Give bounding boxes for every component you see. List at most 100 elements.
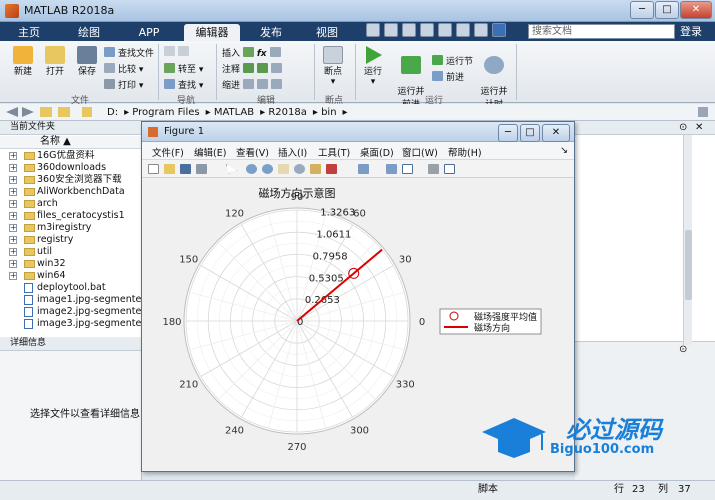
find-files-button[interactable]: 查找文件 xyxy=(104,46,154,59)
help-icon[interactable] xyxy=(492,23,506,37)
new-button[interactable]: 新建 xyxy=(8,46,38,77)
expand-icon[interactable]: + xyxy=(9,200,17,208)
open-button[interactable]: 打开 xyxy=(40,46,70,77)
menu-window[interactable]: 窗口(W) xyxy=(402,145,438,159)
maximize-button[interactable]: □ xyxy=(655,1,679,19)
menu-view[interactable]: 查看(V) xyxy=(236,145,269,159)
menu-tools[interactable]: 工具(T) xyxy=(318,145,350,159)
pane-menu-icon[interactable]: ⊙ xyxy=(679,344,687,355)
list-item[interactable]: + registry xyxy=(0,234,142,246)
copy-icon[interactable] xyxy=(402,23,416,37)
expand-icon[interactable]: + xyxy=(9,272,17,280)
list-item[interactable]: deploytool.bat xyxy=(0,282,142,294)
open-icon[interactable] xyxy=(164,164,175,174)
save-button[interactable]: 保存 xyxy=(72,46,102,77)
list-item[interactable]: +16G优盘资料 xyxy=(0,150,142,162)
menu-insert[interactable]: 插入(I) xyxy=(278,145,307,159)
hide-plot-tools-icon[interactable] xyxy=(428,164,439,174)
scrollbar-thumb[interactable] xyxy=(685,230,692,300)
up-folder-icon[interactable] xyxy=(40,107,52,117)
search-documentation-input[interactable]: 搜索文档 xyxy=(528,24,675,39)
figure-close-button[interactable]: ✕ xyxy=(542,124,570,142)
paste-icon[interactable] xyxy=(420,23,434,37)
run-section-button[interactable]: 运行节 xyxy=(432,54,473,67)
nav-icons[interactable] xyxy=(164,46,192,58)
print-button[interactable]: 打印 ▾ xyxy=(104,78,143,91)
undo-icon[interactable] xyxy=(438,23,452,37)
redo-icon[interactable] xyxy=(456,23,470,37)
tab-view[interactable]: 视图 xyxy=(302,24,352,41)
cut-icon[interactable] xyxy=(384,23,398,37)
login-link[interactable]: 登录 xyxy=(680,23,702,40)
breadcrumb-item[interactable]: MATLAB xyxy=(214,107,254,118)
expand-icon[interactable]: + xyxy=(9,248,17,256)
link-plot-icon[interactable] xyxy=(358,164,369,174)
menu-desktop[interactable]: 桌面(D) xyxy=(360,145,394,159)
indent-button[interactable]: 缩进 xyxy=(222,78,285,91)
breadcrumb-item[interactable]: D: xyxy=(107,107,118,118)
list-item[interactable]: + m3iregistry xyxy=(0,222,142,234)
expand-icon[interactable]: + xyxy=(9,164,17,172)
rotate-icon[interactable] xyxy=(294,164,305,174)
expand-icon[interactable]: + xyxy=(9,236,17,244)
vertical-scrollbar[interactable] xyxy=(683,135,692,345)
breadcrumb-item[interactable]: bin xyxy=(321,107,336,118)
list-item[interactable]: +360downloads xyxy=(0,162,142,174)
goto-button[interactable]: 转至 ▾ xyxy=(164,62,203,75)
figure-minimize-button[interactable]: ─ xyxy=(498,124,518,142)
legend-icon[interactable] xyxy=(402,164,413,174)
expand-icon[interactable]: + xyxy=(9,260,17,268)
list-item[interactable]: + arch xyxy=(0,198,142,210)
tab-home[interactable]: 主页 xyxy=(6,24,52,41)
pan-icon[interactable] xyxy=(278,164,289,174)
zoom-out-icon[interactable] xyxy=(262,164,273,174)
insert-button[interactable]: 插入 fx xyxy=(222,46,284,59)
menu-file[interactable]: 文件(F) xyxy=(152,145,184,159)
tab-apps[interactable]: APP xyxy=(124,24,174,41)
new-figure-icon[interactable] xyxy=(148,164,159,174)
menu-dock-icon[interactable]: ↘ xyxy=(560,145,568,156)
figure-maximize-button[interactable]: □ xyxy=(520,124,540,142)
breadcrumb-item[interactable]: R2018a xyxy=(268,107,307,118)
list-item[interactable]: + util xyxy=(0,246,142,258)
save-figure-icon[interactable] xyxy=(180,164,191,174)
close-button[interactable]: ✕ xyxy=(680,1,712,19)
find-button[interactable]: 查找 ▾ xyxy=(164,78,203,91)
compare-button[interactable]: 比较 ▾ xyxy=(104,62,143,75)
list-item[interactable]: image3.jpg-segmente... xyxy=(0,318,142,330)
expand-icon[interactable]: + xyxy=(9,212,17,220)
breadcrumb-item[interactable]: Program Files xyxy=(132,107,199,118)
list-item[interactable]: image2.jpg-segmente... xyxy=(0,306,142,318)
address-dropdown-icon[interactable] xyxy=(698,107,708,117)
edit-plot-icon[interactable] xyxy=(226,164,237,174)
pane-menu-icon[interactable]: ⊙ xyxy=(679,122,687,133)
colorbar-icon[interactable] xyxy=(386,164,397,174)
switch-window-icon[interactable] xyxy=(474,23,488,37)
menu-edit[interactable]: 编辑(E) xyxy=(194,145,226,159)
list-item[interactable]: + files_ceratocystis1 xyxy=(0,210,142,222)
print-figure-icon[interactable] xyxy=(196,164,207,174)
list-item[interactable]: + win64 xyxy=(0,270,142,282)
data-cursor-icon[interactable] xyxy=(310,164,321,174)
back-arrow-icon[interactable] xyxy=(6,107,18,117)
menu-help[interactable]: 帮助(H) xyxy=(448,145,482,159)
save-icon[interactable] xyxy=(366,23,380,37)
list-item[interactable]: image1.jpg-segmente... xyxy=(0,294,142,306)
tab-plots[interactable]: 绘图 xyxy=(64,24,114,41)
zoom-in-icon[interactable] xyxy=(246,164,257,174)
tab-publish[interactable]: 发布 xyxy=(248,24,294,41)
minimize-button[interactable]: ─ xyxy=(630,1,654,19)
breakpoints-button[interactable]: 断点 ▾ xyxy=(318,46,348,87)
run-time-button[interactable]: 运行并 计时 xyxy=(478,46,510,110)
list-item[interactable]: + win32 xyxy=(0,258,142,270)
list-item[interactable]: +360安全浏览器下载 xyxy=(0,174,142,186)
run-button[interactable]: 运行 ▾ xyxy=(358,46,388,87)
expand-icon[interactable]: + xyxy=(9,176,17,184)
list-item[interactable]: + AliWorkbenchData xyxy=(0,186,142,198)
expand-icon[interactable]: + xyxy=(9,224,17,232)
pane-close-icon[interactable]: ✕ xyxy=(695,122,703,133)
expand-icon[interactable]: + xyxy=(9,188,17,196)
tab-editor[interactable]: 编辑器 xyxy=(184,24,240,41)
show-plot-tools-icon[interactable] xyxy=(444,164,455,174)
comment-button[interactable]: 注释 xyxy=(222,62,285,75)
